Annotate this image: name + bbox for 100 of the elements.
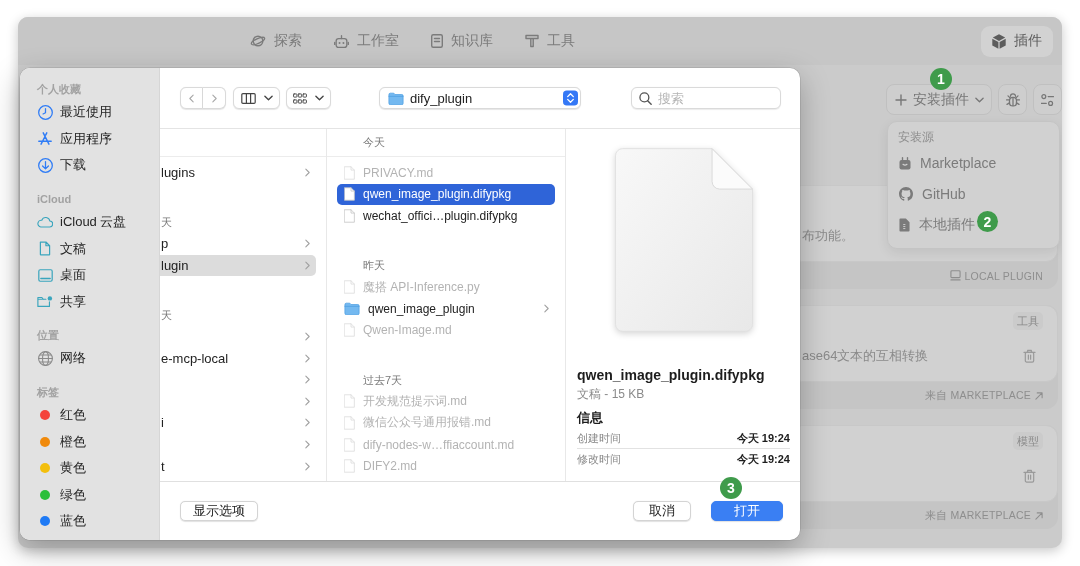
section-header: 天 [160,307,173,323]
chevron-right-icon [305,239,310,249]
info-value: 今天 19:24 [736,452,790,467]
sidebar-item[interactable]: 下载 [20,152,159,179]
github-icon [899,186,913,201]
document-icon [344,437,355,452]
folder-row[interactable]: e-mcp-local [160,347,316,369]
column-view-button[interactable] [233,87,280,109]
arrow-up-right-icon [1035,511,1043,520]
sliders-icon [1041,93,1054,106]
chevron-right-icon [305,440,310,450]
group-button[interactable] [286,87,331,109]
chevron-right-icon [544,304,549,314]
folder-row[interactable]: lugins [160,162,316,184]
shared-folder-icon [37,295,53,309]
arrow-up-right-icon [1035,391,1043,400]
search-field[interactable]: 搜索 [631,87,781,109]
sidebar-item[interactable]: 黄色 [20,454,159,482]
chevron-down-icon [974,96,984,103]
sidebar-header: 位置 [36,328,60,344]
sidebar-item[interactable]: 红色 [20,401,159,429]
step-badge: 2 [977,211,998,232]
chevron-right-icon [305,332,310,342]
info-label: 创建时间 [577,430,621,446]
search-icon [639,91,652,105]
sidebar-item[interactable]: 绿色 [20,481,159,509]
document-icon [344,394,355,409]
chevron-right-icon [305,375,310,385]
planet-icon [250,34,266,48]
folder-row[interactable]: i [160,412,316,434]
step-badge: 1 [930,68,952,90]
menu-heading: 安装源 [897,129,935,146]
folder-row[interactable]: p [160,233,316,255]
sidebar-item[interactable]: 桌面 [20,261,159,289]
file-row[interactable]: wechat_offici…plugin.difypkg [337,205,555,227]
document-icon [614,148,753,332]
sidebar-item[interactable]: 橙色 [20,428,159,455]
drive-icon [949,270,961,281]
section-header: 过去7天 [362,372,404,388]
sidebar-item[interactable]: 共享 [20,288,159,316]
info-heading: 信息 [577,409,604,427]
plugin-description: 布功能。 [802,227,854,245]
plugin-description: ase64文本的互相转换 [802,347,929,365]
sidebar-item[interactable]: 蓝色 [20,508,159,535]
sidebar-item[interactable]: iCloud 云盘 [20,208,159,236]
folder-row[interactable]: lugin [160,254,316,277]
sidebar-header: 个人收藏 [36,82,82,97]
file-icon [899,217,910,232]
folder-row[interactable]: t [160,455,316,477]
path-popup[interactable]: dify_plugin [379,87,581,109]
plugins-tab[interactable]: 插件 [981,25,1053,57]
chevron-right-icon [305,461,310,471]
section-header: 昨天 [362,258,386,274]
clock-icon [37,104,53,120]
cancel-button[interactable]: 取消 [633,501,691,521]
document-icon [344,459,355,474]
file-row[interactable]: qwen_image_plugin.difypkg [337,183,555,206]
open-button[interactable]: 打开 [711,501,783,521]
robot-icon [334,34,349,48]
file-summary: 文稿 - 15 KB [577,386,646,403]
trash-icon[interactable] [1023,349,1036,363]
chevron-right-icon [305,353,310,363]
chevron-right-icon [305,418,310,428]
file-name: qwen_image_plugin.difypkg [577,366,766,385]
bag-icon [899,155,911,170]
chevron-right-icon [305,168,310,178]
back-button[interactable] [180,87,203,109]
document-icon [344,323,355,338]
document-icon [344,415,355,430]
desktop-icon [37,268,53,282]
download-icon [37,158,53,173]
stepper-icon [563,90,578,106]
apps-icon [38,132,52,146]
info-label: 修改时间 [577,452,621,467]
document-icon [344,209,355,223]
debug-button[interactable] [998,84,1027,115]
columns-icon [240,92,256,104]
folder-row[interactable]: qwen_image_plugin [337,297,555,320]
section-header: 今天 [363,135,385,150]
sidebar-item[interactable]: 网络 [20,345,159,372]
section-header: 天 [160,215,173,231]
document-icon [344,165,355,180]
notebook-icon [431,34,443,48]
document-icon [344,187,355,202]
chevron-right-icon [305,396,310,406]
chevron-left-icon [189,93,194,103]
hammer-icon [525,34,539,48]
document-icon [39,241,51,257]
document-icon [344,280,355,295]
grid-icon [293,92,307,104]
folder-icon [388,91,404,105]
filter-button[interactable] [1033,84,1062,115]
chevron-right-icon [305,261,310,270]
sidebar-item[interactable]: 最近使用 [20,99,159,126]
show-options-button[interactable]: 显示选项 [180,501,258,521]
forward-button[interactable] [203,87,226,109]
category-tag: 模型 [1013,432,1043,450]
sidebar-item[interactable]: 应用程序 [20,125,159,153]
sidebar-item[interactable]: 文稿 [20,235,159,262]
trash-icon[interactable] [1023,469,1036,483]
